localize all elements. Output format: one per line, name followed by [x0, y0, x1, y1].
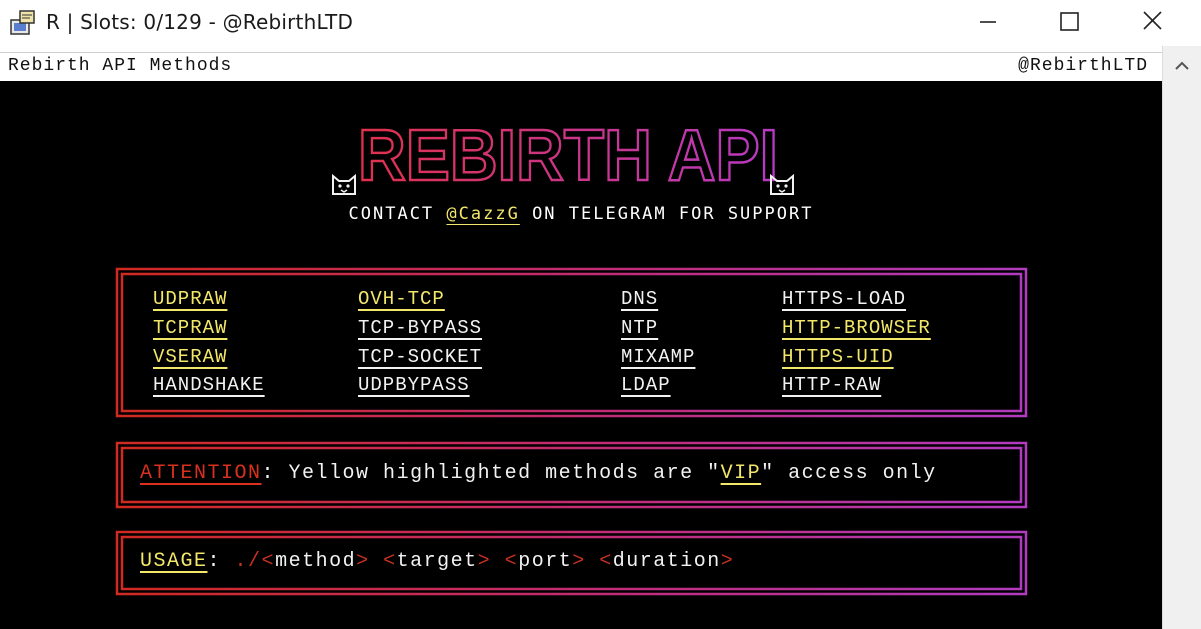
- method-item: HTTP-RAW: [782, 374, 882, 396]
- vip-label: VIP: [720, 462, 762, 485]
- window-title-bar[interactable]: R | Slots: 0/129 - @RebirthLTD: [0, 0, 1201, 46]
- attention-text-after: " access only: [761, 462, 937, 485]
- method-item: HTTPS-UID: [782, 346, 894, 368]
- close-icon: [1143, 11, 1162, 30]
- close-button[interactable]: [1122, 0, 1182, 46]
- method-item: HANDSHAKE: [153, 374, 265, 396]
- usage-prefix: ./: [234, 550, 262, 573]
- usage-bracket: <: [383, 550, 397, 573]
- cat-face-icon: [770, 173, 794, 195]
- usage-colon: :: [207, 550, 235, 573]
- console-title: Rebirth API Methods: [8, 56, 233, 76]
- method-item: TCPRAW: [153, 317, 228, 339]
- method-item: OVH-TCP: [358, 288, 445, 310]
- contact-suffix: ON TELEGRAM FOR SUPPORT: [519, 204, 814, 224]
- app-icon: [10, 10, 35, 35]
- logo-text: REBIRTH API: [358, 118, 778, 188]
- method-item: UDPBYPASS: [358, 374, 470, 396]
- usage-bracket: >: [356, 550, 370, 573]
- method-item: HTTPS-LOAD: [782, 288, 907, 310]
- usage-arg-port: port: [518, 550, 573, 573]
- chevron-up-icon: [1175, 61, 1189, 70]
- attention-text-before: Yellow highlighted methods are ": [288, 462, 721, 485]
- contact-prefix: CONTACT: [348, 204, 447, 224]
- attention-notice: ATTENTION: Yellow highlighted methods ar…: [140, 462, 937, 485]
- console-header: Rebirth API Methods @RebirthLTD: [0, 52, 1162, 83]
- usage-bracket: <: [599, 550, 613, 573]
- method-item: LDAP: [621, 374, 671, 396]
- console-handle: @RebirthLTD: [1018, 56, 1148, 76]
- maximize-icon: [1060, 12, 1079, 31]
- rebirth-api-logo: REBIRTH API: [357, 118, 780, 188]
- attention-label: ATTENTION: [140, 462, 262, 485]
- method-item: MIXAMP: [621, 346, 696, 368]
- usage-bracket: <: [261, 550, 276, 573]
- usage-arg-duration: duration: [612, 550, 721, 573]
- usage-bracket: >: [572, 550, 586, 573]
- usage-arg-method: method: [275, 550, 357, 573]
- usage-bracket: >: [477, 550, 492, 573]
- minimize-button[interactable]: [958, 0, 1018, 46]
- usage-line: USAGE: ./<method> <target> <port> <durat…: [140, 550, 734, 573]
- usage-arg-target: target: [396, 550, 478, 573]
- method-item: DNS: [621, 288, 659, 310]
- cat-face-icon: [332, 173, 356, 195]
- contact-handle: @CazzG: [446, 204, 520, 224]
- method-item: UDPRAW: [153, 288, 228, 310]
- window-title: R | Slots: 0/129 - @RebirthLTD: [46, 10, 354, 34]
- method-item: VSERAW: [153, 346, 228, 368]
- method-item: TCP-BYPASS: [358, 317, 483, 339]
- usage-bracket: >: [720, 550, 735, 573]
- contact-line: CONTACT @CazzG ON TELEGRAM FOR SUPPORT: [0, 204, 1162, 224]
- method-item: NTP: [621, 317, 659, 339]
- method-item: TCP-SOCKET: [358, 346, 483, 368]
- usage-label: USAGE: [140, 550, 208, 573]
- method-item: HTTP-BROWSER: [782, 317, 931, 339]
- terminal-output: REBIRTH API CONTACT @CazzG ON TELEGRAM F…: [0, 82, 1162, 629]
- scroll-up-button[interactable]: [1169, 56, 1195, 76]
- usage-bracket: <: [504, 550, 519, 573]
- attention-colon: :: [261, 462, 289, 485]
- maximize-button[interactable]: [1040, 0, 1100, 46]
- vertical-scrollbar[interactable]: [1162, 46, 1201, 629]
